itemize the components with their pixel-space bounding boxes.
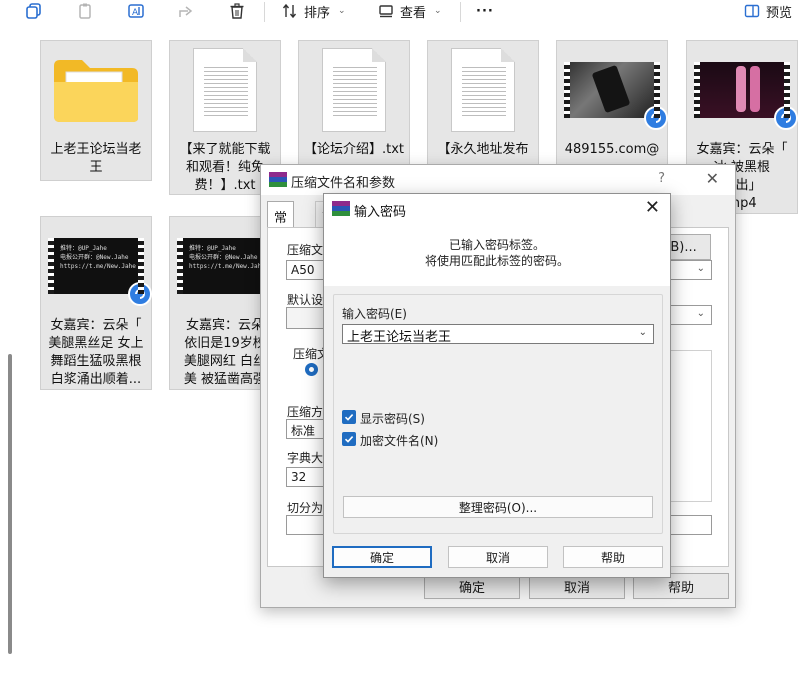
- chevron-down-icon: ⌄: [434, 6, 442, 16]
- share-icon[interactable]: [174, 0, 198, 22]
- video-overlay-text: 推特：@UP_Jahe 电报公开群：@New.Jahe https://t.me/N…: [60, 245, 136, 270]
- file-name: 女嘉宾：云朵「 美腿黑丝足 女上 舞蹈生猛吸黑根 白浆涌出顺着...: [48, 318, 144, 387]
- info-text-line1: 已输入密码标签。: [448, 238, 545, 252]
- chevron-down-icon: ⌄: [338, 6, 346, 16]
- info-text-line2: 将使用匹配此标签的密码。: [424, 254, 569, 268]
- folder-icon: [41, 47, 151, 133]
- dictionary-size-select[interactable]: 32: [286, 467, 326, 487]
- show-password-label[interactable]: 显示密码(S): [360, 410, 425, 427]
- encrypt-file-names-checkbox[interactable]: [342, 432, 356, 446]
- dialog-titlebar: 压缩文件名和参数 ? ✕: [261, 165, 735, 195]
- text-file-icon: [170, 47, 280, 133]
- help-question-icon[interactable]: ?: [658, 171, 665, 186]
- dialog-title: 压缩文件名和参数: [291, 176, 396, 191]
- more-button[interactable]: ···: [476, 0, 494, 22]
- view-icon: [379, 5, 393, 18]
- close-icon[interactable]: ✕: [645, 197, 660, 218]
- chevron-down-icon[interactable]: ⌄: [639, 327, 647, 338]
- dialog-titlebar: 输入密码 ✕: [324, 194, 670, 224]
- sort-label: 排序: [304, 5, 331, 21]
- file-tile-text[interactable]: 【论坛介绍】.txt: [298, 40, 410, 170]
- chevron-down-icon: ⌄: [696, 263, 705, 274]
- video-thumbnail: [557, 47, 668, 133]
- video-badge-icon: [128, 282, 152, 306]
- paste-icon[interactable]: [73, 0, 97, 22]
- video-overlay-text: 推特：@UP_Jahe 电报公开群：@New.Jahe https://t.me/N…: [189, 245, 265, 270]
- password-value: 上老王论坛当老王: [347, 330, 452, 345]
- chevron-down-icon: ⌄: [696, 308, 705, 319]
- video-badge-icon: [774, 106, 798, 130]
- text-file-icon: [299, 47, 409, 133]
- preview-label: 预览: [766, 5, 793, 21]
- explorer-toolbar: A 排序 ⌄ 查看 ⌄ ··· 预览: [0, 0, 800, 24]
- tab-general[interactable]: 常规: [267, 201, 295, 245]
- svg-text:A: A: [132, 8, 139, 18]
- toolbar-divider: [460, 2, 461, 22]
- cancel-button[interactable]: 取消: [448, 546, 548, 568]
- video-thumbnail: [687, 47, 798, 133]
- video-badge-icon: [644, 106, 668, 130]
- file-tile-folder[interactable]: 上老王论坛当老 王: [40, 40, 152, 181]
- profiles-button[interactable]: [286, 307, 326, 329]
- split-volumes-field[interactable]: [286, 515, 326, 535]
- preview-button[interactable]: 预览: [744, 0, 792, 22]
- checkmark-icon: [344, 414, 354, 421]
- file-name: 【论坛介绍】.txt: [303, 142, 405, 157]
- close-icon[interactable]: ✕: [706, 169, 719, 188]
- file-name: 【永久地址发布: [437, 142, 529, 157]
- compression-method-select[interactable]: 标准: [286, 419, 326, 439]
- toolbar-divider: [264, 2, 265, 22]
- file-tile-video[interactable]: 推特：@UP_Jahe 电报公开群：@New.Jahe https://t.me/N…: [40, 216, 152, 390]
- winrar-icon: [332, 201, 350, 217]
- show-password-checkbox[interactable]: [342, 410, 356, 424]
- enter-password-dialog: 输入密码 ✕ 已输入密码标签。 将使用匹配此标签的密码。 输入密码(E) 上老王…: [323, 193, 671, 578]
- password-label: 输入密码(E): [342, 307, 407, 321]
- password-input[interactable]: 上老王论坛当老王 ⌄: [342, 324, 654, 345]
- sort-button[interactable]: 排序 ⌄: [282, 0, 346, 22]
- dialog-title: 输入密码: [354, 205, 407, 220]
- format-rar-radio[interactable]: [305, 363, 318, 376]
- sort-icon: [282, 3, 297, 19]
- delete-icon[interactable]: [225, 0, 249, 22]
- text-file-icon: [428, 47, 538, 133]
- file-tile-text[interactable]: 【永久地址发布: [427, 40, 539, 170]
- video-thumbnail: 推特：@UP_Jahe 电报公开群：@New.Jahe https://t.me/N…: [41, 223, 152, 309]
- navigation-pane-edge: [0, 24, 20, 680]
- info-area: 已输入密码标签。 将使用匹配此标签的密码。: [324, 224, 670, 286]
- file-name: 上老王论坛当老 王: [50, 142, 142, 175]
- ok-button[interactable]: 确定: [332, 546, 432, 568]
- winrar-icon: [269, 172, 287, 188]
- preview-pane-icon: [744, 4, 760, 18]
- file-name: 489155.com@: [564, 142, 660, 157]
- copy-icon[interactable]: [22, 0, 46, 22]
- archive-name-field[interactable]: A50: [286, 260, 326, 280]
- view-label: 查看: [400, 5, 427, 21]
- organize-passwords-button[interactable]: 整理密码(O)...: [343, 496, 653, 518]
- checkmark-icon: [344, 436, 354, 443]
- archive-name-label: 压缩文: [287, 243, 324, 257]
- rename-icon[interactable]: A: [124, 0, 148, 22]
- view-button[interactable]: 查看 ⌄: [378, 0, 442, 22]
- encrypt-file-names-label[interactable]: 加密文件名(N): [360, 432, 438, 449]
- help-button[interactable]: 帮助: [563, 546, 663, 568]
- scrollbar-thumb[interactable]: [8, 354, 12, 654]
- file-tile-video[interactable]: 489155.com@: [556, 40, 668, 170]
